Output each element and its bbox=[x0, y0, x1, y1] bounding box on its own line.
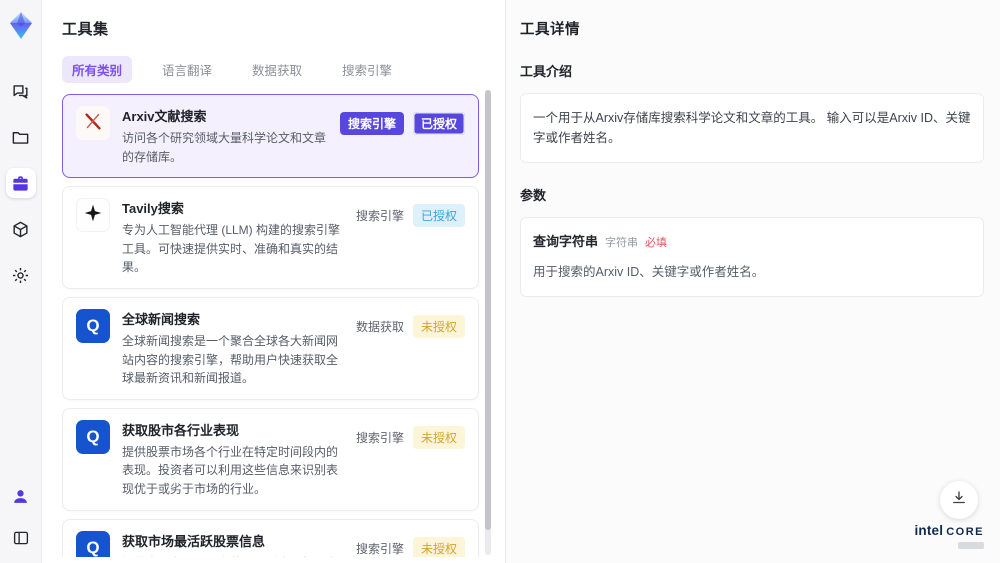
category-badge: 搜索引擎 bbox=[355, 209, 404, 224]
page-title: 工具集 bbox=[62, 21, 109, 38]
tool-card-body: 获取市场最活跃股票信息 提供当天交易量最高的股票列表，投资者可以利用这些信息来识… bbox=[122, 531, 344, 557]
tool-card-body: 获取股市各行业表现 提供股票市场各个行业在特定时间段内的表现。投资者可以利用这些… bbox=[122, 420, 344, 499]
tool-icon: Q bbox=[76, 198, 110, 233]
param-head: 查询字符串 字符串 必填 bbox=[533, 232, 971, 253]
sidebar-item-panel-toggle[interactable] bbox=[6, 523, 36, 553]
sidebar-item-settings[interactable] bbox=[6, 260, 36, 290]
tool-card[interactable]: Q 获取市场最活跃股票信息 提供当天交易量最高的股票列表，投资者可以利用这些信息… bbox=[62, 518, 479, 557]
tool-name: 全球新闻搜索 bbox=[122, 311, 201, 327]
tool-list: Q Arxiv文献搜索 访问各个研究领域大量科学论文和文章的存储库。 搜索引擎 … bbox=[62, 94, 505, 557]
tool-icon: Q bbox=[76, 419, 110, 454]
tool-card-body: Tavily搜索 专为人工智能代理 (LLM) 构建的搜索引擎工具。可快速提供实… bbox=[122, 198, 344, 277]
tool-description: 访问各个研究领域大量科学论文和文章的存储库。 bbox=[122, 131, 327, 164]
scrollbar-thumb[interactable] bbox=[485, 90, 491, 530]
tool-card-badges: 搜索引擎 已授权 bbox=[339, 112, 465, 166]
tool-card-badges: 搜索引擎 已授权 bbox=[356, 204, 465, 277]
auth-status-badge: 未授权 bbox=[412, 314, 465, 338]
category-badge: 搜索引擎 bbox=[339, 112, 404, 135]
tool-card-badges: 搜索引擎 未授权 bbox=[355, 425, 465, 499]
category-badge: 搜索引擎 bbox=[355, 430, 404, 445]
folder-icon bbox=[11, 128, 30, 147]
tool-card-badges: 搜索引擎 未授权 bbox=[355, 536, 465, 557]
tab-2[interactable]: 数据获取 bbox=[242, 56, 312, 83]
tool-details-panel: 工具详情 工具介绍 一个用于从Arxiv存储库搜索科学论文和文章的工具。 输入可… bbox=[505, 0, 1000, 563]
tool-icon: Q bbox=[76, 106, 110, 140]
tab-0[interactable]: 所有类别 bbox=[62, 56, 133, 83]
tab-3[interactable]: 搜索引擎 bbox=[332, 56, 402, 83]
cube-icon bbox=[11, 220, 30, 239]
toolset-panel: 工具集 所有类别语言翻译数据获取搜索引擎 Q bbox=[42, 0, 505, 563]
tool-card[interactable]: Q 获取股市各行业表现 提供股票市场各个行业在特定时间段内的表现。投资者可以利用… bbox=[62, 407, 479, 511]
param-name: 查询字符串 bbox=[533, 234, 599, 249]
category-badge: 搜索引擎 bbox=[355, 541, 404, 556]
tool-description: 全球新闻搜索是一个聚合全球各大新闻网站内容的搜索引擎，帮助用户快速获取全球最新资… bbox=[122, 333, 339, 386]
arxiv-x-icon bbox=[82, 110, 104, 136]
tool-name: Tavily搜索 bbox=[122, 201, 184, 217]
user-icon bbox=[11, 487, 30, 506]
download-button[interactable] bbox=[940, 481, 978, 519]
auth-status-badge: 已授权 bbox=[412, 112, 465, 135]
news-q-icon: Q bbox=[86, 427, 100, 447]
tool-card[interactable]: Q Tavily搜索 专为人工智能代理 (LLM) 构建的搜索引擎工具。可快速提… bbox=[62, 186, 479, 289]
intro-card: 一个用于从Arxiv存储库搜索科学论文和文章的工具。 输入可以是Arxiv ID… bbox=[520, 93, 984, 163]
tool-card-body: 全球新闻搜索 全球新闻搜索是一个聚合全球各大新闻网站内容的搜索引擎，帮助用户快速… bbox=[122, 309, 344, 388]
tool-icon: Q bbox=[76, 530, 110, 557]
sidebar-item-plugins[interactable] bbox=[6, 214, 36, 244]
tool-description: 提供股票市场各个行业在特定时间段内的表现。投资者可以利用这些信息来识别表现优于或… bbox=[122, 444, 339, 496]
tool-name: Arxiv文献搜索 bbox=[122, 109, 207, 124]
tool-card-body: Arxiv文献搜索 访问各个研究领域大量科学论文和文章的存储库。 bbox=[122, 106, 328, 166]
gear-icon bbox=[11, 266, 30, 285]
auth-status-badge: 未授权 bbox=[412, 425, 465, 449]
panel-toggle-icon bbox=[12, 529, 30, 547]
category-badge: 数据获取 bbox=[355, 319, 404, 334]
briefcase-icon bbox=[11, 174, 30, 193]
tool-name: 获取股市各行业表现 bbox=[122, 422, 240, 438]
sidebar-item-tools[interactable] bbox=[5, 168, 36, 198]
tool-card[interactable]: Q Arxiv文献搜索 访问各个研究领域大量科学论文和文章的存储库。 搜索引擎 … bbox=[62, 94, 479, 179]
core-wordmark: CORE bbox=[946, 526, 984, 538]
news-q-icon: Q bbox=[86, 316, 100, 336]
rail-bottom bbox=[6, 481, 36, 553]
list-scrollbar bbox=[485, 90, 491, 555]
sidebar-item-chat[interactable] bbox=[6, 76, 36, 106]
intel-wordmark: intel bbox=[914, 523, 944, 538]
rail-nav bbox=[5, 76, 36, 290]
app-window: 工具集 所有类别语言翻译数据获取搜索引擎 Q bbox=[0, 0, 1000, 563]
param-desc: 用于搜索的Arxiv ID、关键字或作者姓名。 bbox=[533, 264, 765, 279]
tab-1[interactable]: 语言翻译 bbox=[152, 56, 222, 83]
intro-section-title: 工具介绍 bbox=[520, 64, 573, 79]
tool-description: 专为人工智能代理 (LLM) 构建的搜索引擎工具。可快速提供实时、准确和真实的结… bbox=[122, 223, 341, 275]
auth-status-badge: 未授权 bbox=[412, 536, 465, 557]
category-tabs: 所有类别 语言翻译 数据获取 搜索引擎 bbox=[62, 56, 505, 83]
param-type: 字符串 bbox=[605, 237, 639, 249]
left-rail bbox=[0, 0, 42, 563]
sidebar-item-files[interactable] bbox=[6, 122, 36, 152]
tool-card[interactable]: Q 全球新闻搜索 全球新闻搜索是一个聚合全球各大新闻网站内容的搜索引擎，帮助用户… bbox=[62, 296, 479, 400]
tool-description: 提供当天交易量最高的股票列表，投资者可以利用这些信息来识别流动性强的股票和潜在的… bbox=[122, 554, 344, 557]
news-q-icon: Q bbox=[86, 538, 100, 557]
param-card: 查询字符串 字符串 必填 用于搜索的Arxiv ID、关键字或作者姓名。 bbox=[520, 217, 984, 297]
auth-status-badge: 已授权 bbox=[412, 204, 465, 228]
param-required-badge: 必填 bbox=[645, 237, 668, 249]
download-icon bbox=[950, 489, 968, 512]
sidebar-item-user[interactable] bbox=[6, 481, 36, 511]
logo-sub-badge bbox=[958, 542, 984, 549]
app-logo-gem-icon bbox=[6, 10, 36, 42]
chat-bubbles-icon bbox=[11, 82, 30, 101]
tool-icon: Q bbox=[76, 308, 110, 343]
details-title: 工具详情 bbox=[520, 22, 580, 38]
tool-card-badges: 数据获取 未授权 bbox=[355, 314, 465, 388]
intel-core-logo: intel CORE bbox=[914, 522, 984, 549]
params-section-title: 参数 bbox=[520, 188, 547, 203]
sparkle-star-icon bbox=[83, 203, 103, 227]
tool-name: 获取市场最活跃股票信息 bbox=[122, 533, 266, 549]
